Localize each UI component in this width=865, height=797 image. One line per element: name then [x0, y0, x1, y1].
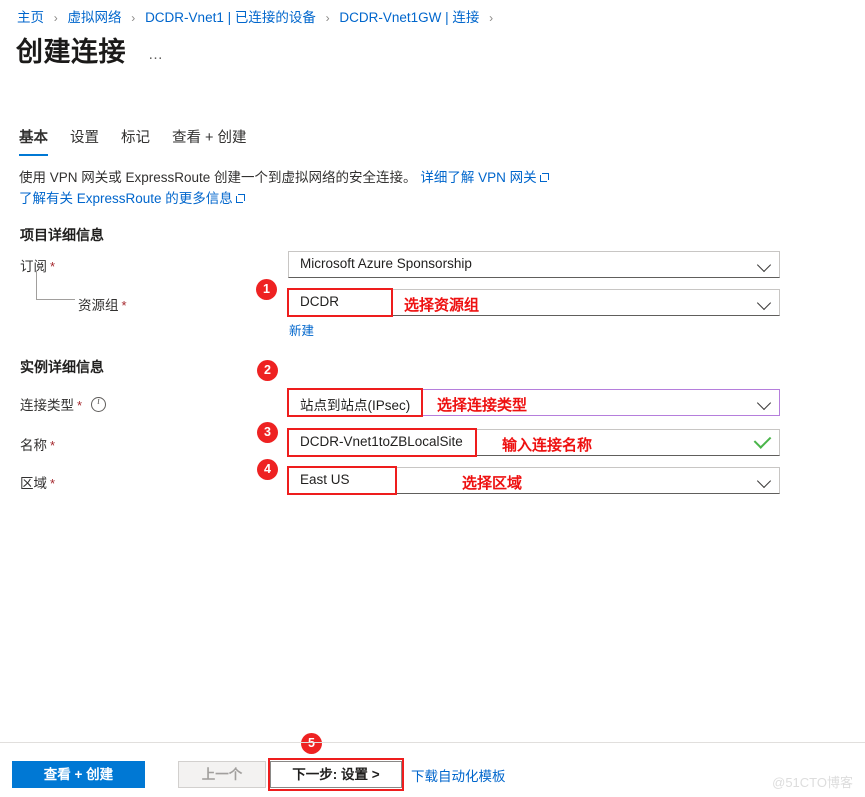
- external-link-icon: [539, 173, 549, 182]
- description-text: 使用 VPN 网关或 ExpressRoute 创建一个到虚拟网络的安全连接。 …: [19, 167, 839, 209]
- connection-type-select[interactable]: 站点到站点(IPsec): [288, 389, 780, 416]
- breadcrumb-separator-icon: ›: [131, 11, 136, 25]
- page-title: 创建连接: [16, 37, 126, 67]
- breadcrumb-item-home[interactable]: 主页: [17, 10, 44, 25]
- breadcrumb: 主页 › 虚拟网络 › DCDR-Vnet1 | 已连接的设备 › DCDR-V…: [17, 9, 499, 27]
- create-new-resource-group-link[interactable]: 新建: [289, 320, 314, 339]
- subscription-value: Microsoft Azure Sponsorship: [300, 256, 472, 271]
- chevron-down-icon: [756, 473, 772, 489]
- section-heading-instance-details: 实例详细信息: [20, 359, 104, 375]
- tree-connector-line: [36, 271, 75, 300]
- section-heading-project-details: 项目详细信息: [20, 227, 104, 243]
- tab-bar: 基本 设置 标记 查看 + 创建: [19, 126, 247, 156]
- annotation-badge-1: 1: [256, 279, 277, 300]
- breadcrumb-separator-icon: ›: [489, 11, 494, 25]
- annotation-text-1: 选择资源组: [404, 297, 480, 314]
- annotation-text-3: 输入连接名称: [502, 437, 593, 454]
- connection-type-value: 站点到站点(IPsec): [300, 398, 411, 413]
- breadcrumb-item-vnet1gw-connections[interactable]: DCDR-Vnet1GW | 连接: [339, 10, 479, 25]
- description-body: 使用 VPN 网关或 ExpressRoute 创建一个到虚拟网络的安全连接。: [19, 170, 417, 185]
- download-template-link[interactable]: 下载自动化模板: [411, 765, 506, 785]
- annotation-text-4: 选择区域: [462, 475, 523, 492]
- breadcrumb-item-virtual-networks[interactable]: 虚拟网络: [68, 10, 122, 25]
- required-asterisk: *: [121, 298, 127, 313]
- chevron-down-icon: [756, 295, 772, 311]
- annotation-badge-3: 3: [257, 422, 278, 443]
- resource-group-value: DCDR: [300, 294, 339, 309]
- breadcrumb-separator-icon: ›: [53, 11, 58, 25]
- annotation-badge-5: 5: [301, 733, 322, 754]
- region-value: East US: [300, 472, 350, 487]
- review-create-button[interactable]: 查看 + 创建: [12, 761, 145, 788]
- breadcrumb-separator-icon: ›: [325, 11, 330, 25]
- chevron-down-icon: [756, 257, 772, 273]
- more-options-button[interactable]: …: [148, 46, 165, 63]
- next-settings-button[interactable]: 下一步: 设置 >: [270, 761, 402, 788]
- connection-type-label: 连接类型 *: [20, 394, 107, 414]
- annotation-text-2: 选择连接类型: [437, 397, 528, 414]
- info-icon[interactable]: [91, 396, 107, 412]
- required-asterisk: *: [50, 438, 56, 453]
- learn-more-vpn-gateway-link[interactable]: 详细了解 VPN 网关: [420, 170, 536, 185]
- region-label: 区域 *: [20, 476, 56, 491]
- chevron-down-icon: [756, 395, 772, 411]
- resource-group-select[interactable]: DCDR: [288, 289, 780, 316]
- annotation-badge-2: 2: [257, 360, 278, 381]
- learn-more-expressroute-link[interactable]: 了解有关 ExpressRoute 的更多信息: [19, 191, 233, 206]
- breadcrumb-item-vnet1-devices[interactable]: DCDR-Vnet1 | 已连接的设备: [145, 10, 316, 25]
- check-icon: [753, 431, 772, 449]
- footer-divider: [0, 742, 865, 743]
- tab-tags[interactable]: 标记: [121, 126, 150, 156]
- resource-group-label: 资源组 *: [78, 298, 127, 313]
- required-asterisk: *: [77, 398, 83, 413]
- tab-review-create[interactable]: 查看 + 创建: [172, 126, 247, 156]
- name-label: 名称 *: [20, 438, 56, 453]
- connection-name-value: DCDR-Vnet1toZBLocalSite: [300, 434, 463, 449]
- previous-button: 上一个: [178, 761, 266, 788]
- tab-basics[interactable]: 基本: [19, 126, 48, 156]
- required-asterisk: *: [50, 476, 56, 491]
- annotation-badge-4: 4: [257, 459, 278, 480]
- region-select[interactable]: East US: [288, 467, 780, 494]
- subscription-select[interactable]: Microsoft Azure Sponsorship: [288, 251, 780, 278]
- watermark: @51CTO博客: [772, 775, 853, 790]
- tab-settings[interactable]: 设置: [70, 126, 99, 156]
- external-link-icon: [235, 194, 245, 203]
